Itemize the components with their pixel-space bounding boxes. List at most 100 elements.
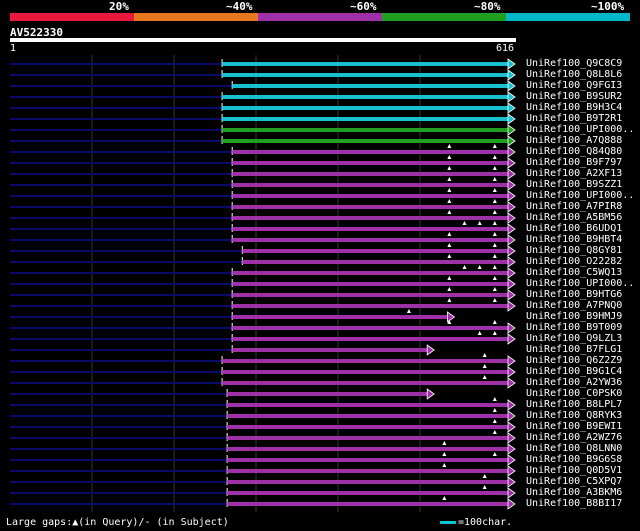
query-gap-marker bbox=[447, 287, 452, 291]
hit-label[interactable]: UniRef100_O22282 bbox=[526, 257, 622, 267]
hit-row[interactable] bbox=[10, 243, 516, 257]
hit-label[interactable]: UniRef100_B9HTG6 bbox=[526, 290, 622, 300]
hit-label[interactable]: UniRef100_C0PSK0 bbox=[526, 389, 622, 399]
hit-label[interactable]: UniRef100_B9T2R1 bbox=[526, 114, 622, 124]
query-gap-marker bbox=[442, 452, 447, 456]
hit-row[interactable] bbox=[10, 388, 435, 400]
hit-label[interactable]: UniRef100_A7PNQ0 bbox=[526, 301, 622, 311]
hit-label[interactable]: UniRef100_Q9LZL3 bbox=[526, 334, 622, 344]
hit-row[interactable] bbox=[10, 113, 516, 125]
hit-arrow-icon bbox=[507, 168, 516, 180]
hit-row[interactable] bbox=[10, 155, 516, 169]
hit-label[interactable]: UniRef100_B9HBT4 bbox=[526, 235, 622, 245]
hit-label[interactable]: UniRef100_A7Q888 bbox=[526, 136, 622, 146]
hit-row[interactable] bbox=[10, 364, 516, 378]
hit-label[interactable]: UniRef100_Q6Z2Z9 bbox=[526, 356, 622, 366]
hit-arrow-icon bbox=[507, 366, 516, 378]
query-gap-marker bbox=[492, 265, 497, 269]
hit-label[interactable]: UniRef100_Q8L8L6 bbox=[526, 70, 622, 80]
hit-label[interactable]: UniRef100_C5WQ13 bbox=[526, 268, 622, 278]
hit-label[interactable]: UniRef100_A7PIR8 bbox=[526, 202, 622, 212]
hit-bar bbox=[222, 117, 509, 121]
hit-label[interactable]: UniRef100_B9F797 bbox=[526, 158, 622, 168]
hit-label[interactable]: UniRef100_Q8RYK3 bbox=[526, 411, 622, 421]
hit-label[interactable]: UniRef100_A2XF13 bbox=[526, 169, 622, 179]
hit-row[interactable] bbox=[10, 232, 516, 246]
hit-label[interactable]: UniRef100_B7FLG1 bbox=[526, 345, 622, 355]
hit-label[interactable]: UniRef100_Q8LNN0 bbox=[526, 444, 622, 454]
hit-bar bbox=[232, 194, 509, 198]
hit-label[interactable]: UniRef100_B9SZZ1 bbox=[526, 180, 622, 190]
hit-label[interactable]: UniRef100_A3BKM6 bbox=[526, 488, 622, 498]
hit-row[interactable] bbox=[10, 287, 516, 301]
hit-row[interactable] bbox=[10, 124, 516, 136]
hit-label[interactable]: UniRef100_A2YW36 bbox=[526, 378, 622, 388]
hit-row[interactable] bbox=[10, 135, 516, 147]
hit-label[interactable]: UniRef100_B9T009 bbox=[526, 323, 622, 333]
hit-bar bbox=[232, 238, 509, 242]
hit-arrow-icon bbox=[507, 113, 516, 125]
hit-row[interactable] bbox=[10, 408, 516, 422]
query-gap-marker bbox=[492, 331, 497, 335]
hit-row[interactable] bbox=[10, 430, 516, 444]
hit-row[interactable] bbox=[10, 463, 516, 477]
hit-row[interactable] bbox=[10, 441, 516, 455]
hit-row[interactable] bbox=[10, 210, 516, 224]
hit-label[interactable]: UniRef100_Q0D5V1 bbox=[526, 466, 622, 476]
hit-label[interactable]: UniRef100_Q9C8C9 bbox=[526, 59, 622, 69]
hit-row[interactable] bbox=[10, 254, 516, 268]
hit-row[interactable] bbox=[10, 298, 516, 312]
hit-row[interactable] bbox=[10, 375, 516, 389]
hit-label[interactable]: UniRef100_B9EWI1 bbox=[526, 422, 622, 432]
hit-row[interactable] bbox=[10, 419, 516, 433]
hit-row[interactable] bbox=[10, 353, 516, 367]
hit-row[interactable] bbox=[10, 474, 516, 488]
hit-row[interactable] bbox=[10, 177, 516, 191]
hit-row[interactable] bbox=[10, 331, 516, 345]
hit-row[interactable] bbox=[10, 58, 516, 70]
hit-row[interactable] bbox=[10, 80, 516, 92]
hit-bar bbox=[222, 370, 509, 374]
hit-row[interactable] bbox=[10, 265, 516, 279]
hit-row[interactable] bbox=[10, 276, 516, 290]
hit-label[interactable]: UniRef100_B8LPL7 bbox=[526, 400, 622, 410]
query-gap-marker bbox=[447, 254, 452, 258]
hit-label[interactable]: UniRef100_UPI000.. bbox=[526, 191, 634, 201]
hit-row[interactable] bbox=[10, 221, 516, 235]
hit-label[interactable]: UniRef100_B9H3C4 bbox=[526, 103, 622, 113]
hit-row[interactable] bbox=[10, 320, 516, 334]
hit-label[interactable]: UniRef100_B8BI17 bbox=[526, 499, 622, 509]
hit-row[interactable] bbox=[10, 199, 516, 213]
hit-label[interactable]: UniRef100_A2WZ76 bbox=[526, 433, 622, 443]
hit-row[interactable] bbox=[10, 397, 516, 411]
hit-label[interactable]: UniRef100_UPI000.. bbox=[526, 125, 634, 135]
query-gap-marker bbox=[482, 353, 487, 357]
hit-bar bbox=[232, 293, 509, 297]
hit-label[interactable]: UniRef100_Q84Q80 bbox=[526, 147, 622, 157]
hit-row[interactable] bbox=[10, 309, 456, 323]
scale-bar bbox=[440, 521, 456, 524]
hit-row[interactable] bbox=[10, 452, 516, 466]
hit-label[interactable]: UniRef100_B9G6S8 bbox=[526, 455, 622, 465]
hit-row[interactable] bbox=[10, 91, 516, 103]
hit-label[interactable]: UniRef100_UPI000.. bbox=[526, 279, 634, 289]
hit-label[interactable]: UniRef100_B9HMJ9 bbox=[526, 312, 622, 322]
hit-label[interactable]: UniRef100_B6UDQ1 bbox=[526, 224, 622, 234]
hit-row[interactable] bbox=[10, 344, 435, 356]
hit-label[interactable]: UniRef100_Q8GY81 bbox=[526, 246, 622, 256]
query-gap-marker bbox=[447, 177, 452, 181]
hit-row[interactable] bbox=[10, 144, 516, 158]
hit-label[interactable]: UniRef100_C5XPQ7 bbox=[526, 477, 622, 487]
hit-bar bbox=[227, 414, 509, 418]
hit-label[interactable]: UniRef100_B9SUR2 bbox=[526, 92, 622, 102]
gaps-legend: Large gaps:▲(in Query)/- (in Subject) bbox=[6, 517, 229, 528]
hit-row[interactable] bbox=[10, 166, 516, 180]
hit-label[interactable]: UniRef100_A5BM56 bbox=[526, 213, 622, 223]
hit-label[interactable]: UniRef100_Q9FGI3 bbox=[526, 81, 622, 91]
hit-row[interactable] bbox=[10, 69, 516, 81]
hit-label[interactable]: UniRef100_B9G1C4 bbox=[526, 367, 622, 377]
hit-row[interactable] bbox=[10, 485, 516, 499]
hit-row[interactable] bbox=[10, 102, 516, 114]
hit-row[interactable] bbox=[10, 496, 516, 510]
hit-row[interactable] bbox=[10, 188, 516, 202]
